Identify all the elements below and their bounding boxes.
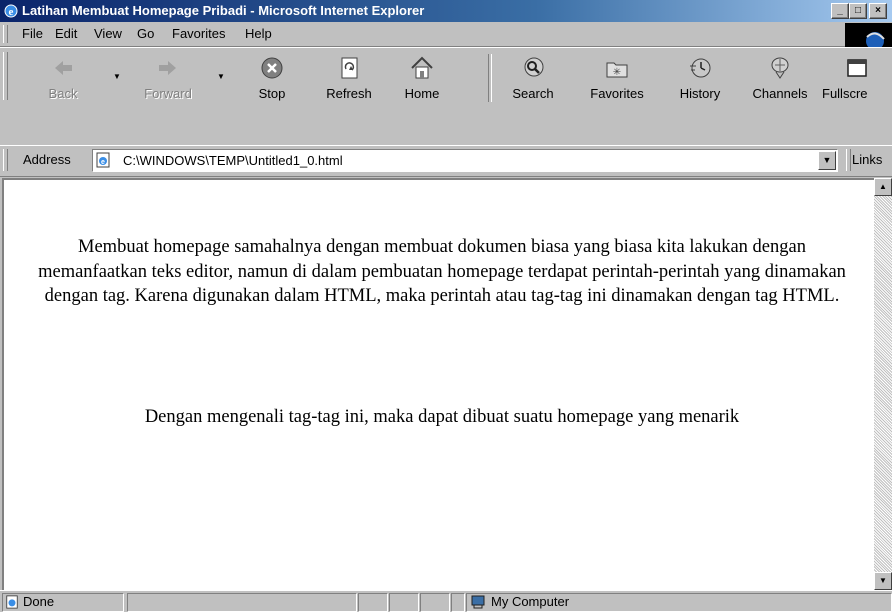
history-icon xyxy=(690,58,711,78)
channels-icon xyxy=(771,57,789,79)
stop-button[interactable]: Stop xyxy=(252,54,292,134)
favorites-button[interactable]: ✳ Favorites xyxy=(582,54,652,134)
vertical-scrollbar[interactable]: ▲ ▼ xyxy=(874,178,892,590)
favorites-label: Favorites xyxy=(590,86,644,101)
home-button[interactable]: Home xyxy=(397,54,447,134)
status-pane-4 xyxy=(420,593,450,612)
menu-edit[interactable]: Edit xyxy=(55,26,77,41)
addressbar-grip[interactable] xyxy=(3,149,8,171)
refresh-icon xyxy=(341,57,358,79)
paragraph-1: Membuat homepage samahalnya dengan membu… xyxy=(38,237,846,306)
title-bar[interactable]: e Latihan Membuat Homepage Pribadi - Mic… xyxy=(0,0,892,22)
page-status-icon xyxy=(6,595,18,609)
svg-text:e: e xyxy=(101,159,105,166)
menu-go[interactable]: Go xyxy=(137,26,154,41)
page-icon: e xyxy=(96,152,110,168)
forward-dropdown-icon[interactable]: ▼ xyxy=(217,72,225,81)
links-button[interactable]: Links xyxy=(852,152,882,167)
status-pane-main: Done xyxy=(2,593,124,612)
scroll-up-icon[interactable]: ▲ xyxy=(874,178,892,196)
minimize-button[interactable]: _ xyxy=(831,3,849,19)
history-label: History xyxy=(679,86,721,101)
back-label: Back xyxy=(48,86,78,101)
status-pane-zone: My Computer xyxy=(466,593,892,612)
status-pane-progress xyxy=(127,593,357,612)
forward-label: Forward xyxy=(144,86,192,101)
status-text: Done xyxy=(23,594,55,609)
paragraph-2: Dengan mengenali tag-tag ini, maka dapat… xyxy=(144,407,740,427)
window-title: Latihan Membuat Homepage Pribadi - Micro… xyxy=(22,3,425,18)
maximize-button[interactable]: □ xyxy=(849,3,867,19)
fullscreen-label: Fullscre xyxy=(822,86,868,101)
status-pane-2 xyxy=(358,593,388,612)
scroll-down-icon[interactable]: ▼ xyxy=(874,572,892,590)
menu-help[interactable]: Help xyxy=(245,26,272,41)
ie-logo-icon: e xyxy=(4,4,18,18)
fullscreen-button[interactable]: Fullscre xyxy=(816,54,892,134)
address-input[interactable]: e C:\WINDOWS\TEMP\Untitled1_0.html ▼ xyxy=(92,149,838,172)
address-label: Address xyxy=(23,152,71,167)
address-dropdown-icon[interactable]: ▼ xyxy=(818,151,836,170)
back-button[interactable]: Back xyxy=(43,54,83,134)
standard-toolbar: Back ▼ Forward ▼ Stop Refresh Home Searc… xyxy=(0,47,892,134)
refresh-button[interactable]: Refresh xyxy=(324,54,374,134)
zone-text: My Computer xyxy=(491,594,570,609)
home-label: Home xyxy=(404,86,440,101)
toolbar-separator xyxy=(488,54,492,102)
refresh-label: Refresh xyxy=(326,86,372,101)
browser-window: e Latihan Membuat Homepage Pribadi - Mic… xyxy=(0,0,892,612)
search-icon xyxy=(524,57,544,77)
menu-view[interactable]: View xyxy=(94,26,122,41)
menu-bar: File Edit View Go Favorites Help xyxy=(0,22,892,47)
home-icon xyxy=(411,56,433,79)
menu-file[interactable]: File xyxy=(22,26,43,41)
status-bar: Done My Computer xyxy=(0,590,892,612)
channels-button[interactable]: Channels xyxy=(748,54,812,134)
status-pane-5 xyxy=(451,593,465,612)
page-content: Membuat homepage samahalnya dengan membu… xyxy=(2,178,876,592)
fullscreen-icon xyxy=(847,59,867,77)
search-label: Search xyxy=(512,86,554,101)
svg-text:✳: ✳ xyxy=(613,67,621,78)
toolbar-grip[interactable] xyxy=(3,52,8,100)
menu-favorites[interactable]: Favorites xyxy=(172,26,225,41)
stop-label: Stop xyxy=(258,86,286,101)
back-arrow-icon xyxy=(55,61,72,75)
address-value: C:\WINDOWS\TEMP\Untitled1_0.html xyxy=(123,153,343,168)
channels-label: Channels xyxy=(752,86,808,101)
forward-button[interactable]: Forward xyxy=(140,54,196,134)
address-bar: Address e C:\WINDOWS\TEMP\Untitled1_0.ht… xyxy=(0,145,892,177)
back-dropdown-icon[interactable]: ▼ xyxy=(113,72,121,81)
menubar-grip[interactable] xyxy=(3,25,8,43)
my-computer-icon xyxy=(471,595,485,609)
favorites-icon: ✳ xyxy=(606,62,628,78)
search-button[interactable]: Search xyxy=(503,54,563,134)
status-pane-3 xyxy=(389,593,419,612)
svg-text:e: e xyxy=(9,6,14,18)
forward-arrow-icon xyxy=(159,61,176,75)
stop-icon xyxy=(261,57,283,79)
history-button[interactable]: History xyxy=(672,54,728,134)
close-button[interactable]: × xyxy=(869,3,887,19)
links-grip[interactable] xyxy=(846,149,851,171)
